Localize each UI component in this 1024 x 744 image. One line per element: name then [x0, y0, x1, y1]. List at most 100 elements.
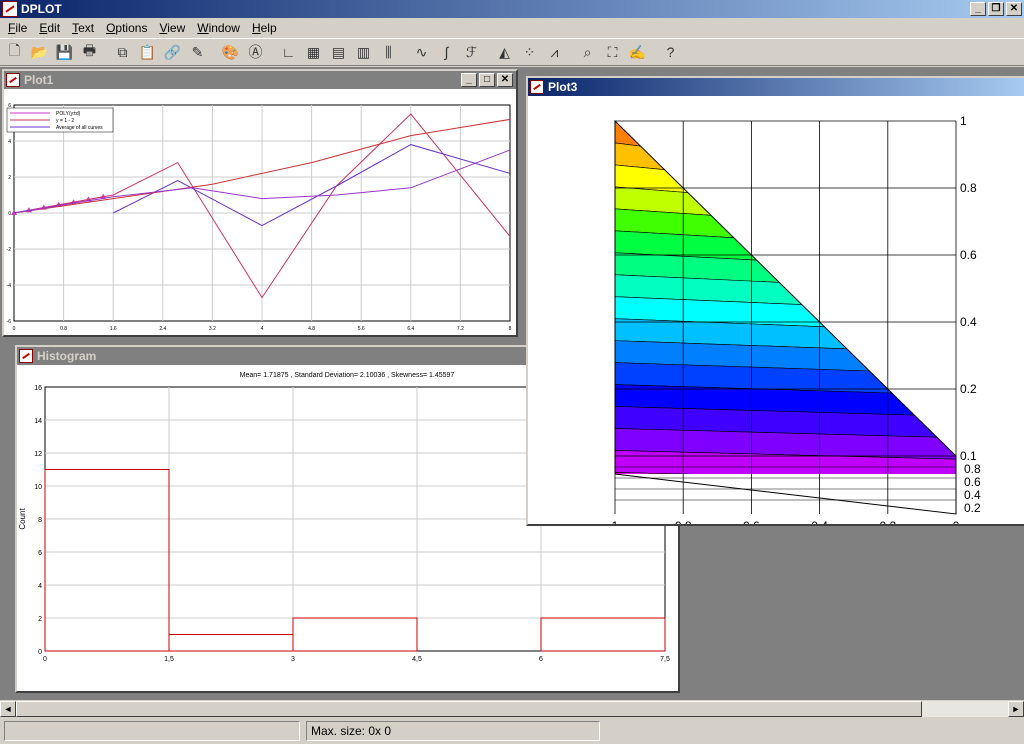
toolbar: 🗋 📂 💾 🖶 ⧉ 📋 🔗 ✎ 🎨 Ⓐ ∟ ▦ ▤ ▥ ⫼ ∿ ∫ ℱ ◭ ⁘ ⩘ ⌕ ⛶ ✍? — [0, 38, 1024, 66]
plot3-right-tick-label: 0.4 — [960, 315, 977, 329]
histogram-y-tick-label: 2 — [38, 616, 42, 623]
area-icon[interactable]: ◭ — [493, 41, 516, 63]
horizontal-scrollbar[interactable]: ◄ ► — [0, 700, 1024, 717]
histogram-doc-icon[interactable] — [19, 349, 33, 363]
menu-text[interactable]: Text — [66, 21, 100, 35]
scroll-thumb[interactable] — [16, 701, 922, 717]
menu-view[interactable]: View — [153, 21, 191, 35]
copy-icon[interactable]: ⧉ — [111, 41, 134, 63]
status-bar: Max. size: 0x 0 — [0, 718, 1024, 744]
histogram-y-tick-label: 10 — [34, 484, 42, 491]
status-pane-left — [4, 721, 300, 741]
plot-doc-icon[interactable] — [6, 73, 20, 87]
plot3-doc-icon[interactable] — [530, 80, 544, 94]
peak-icon[interactable]: ⩘ — [543, 41, 566, 63]
close-button[interactable]: ✕ — [1006, 2, 1022, 16]
plot1-x-tick-label: 1.6 — [110, 326, 117, 332]
text-style-icon[interactable]: Ⓐ — [244, 41, 267, 63]
edit-icon[interactable]: ✎ — [186, 41, 209, 63]
plot1-titlebar[interactable]: Plot1 _ □ ✕ — [4, 71, 516, 89]
save-icon[interactable]: 💾 — [53, 41, 76, 63]
histogram-y-tick-label: 6 — [38, 550, 42, 557]
plot3-right-tick-label: 0.6 — [964, 475, 981, 489]
toolbar-separator — [402, 41, 408, 63]
fft-icon[interactable]: ℱ — [460, 41, 483, 63]
histogram-y-tick-label: 12 — [34, 451, 42, 458]
paste-icon[interactable]: 📋 — [136, 41, 159, 63]
menu-options[interactable]: Options — [100, 21, 153, 35]
plot3-titlebar[interactable]: Plot3 — [528, 78, 1024, 96]
app-titlebar: DPLOT _ ❐ ✕ — [0, 0, 1024, 18]
plot1-x-tick-label: 6.4 — [407, 326, 414, 332]
scroll-left-arrow-icon[interactable]: ◄ — [0, 701, 16, 717]
plot1-close-button[interactable]: ✕ — [497, 73, 513, 87]
plot1-legend-entry: Average of all curves — [56, 125, 103, 131]
plot3-bottom-tick-label: 0.6 — [743, 519, 760, 524]
scatter-icon[interactable]: ⁘ — [518, 41, 541, 63]
menu-file[interactable]: File — [2, 21, 33, 35]
plot1-y-tick-label: -6 — [7, 319, 12, 325]
menu-help[interactable]: Help — [246, 21, 283, 35]
plot1-title: Plot1 — [24, 73, 54, 87]
grid-dense-icon[interactable]: ▥ — [352, 41, 375, 63]
minimize-button[interactable]: _ — [970, 2, 986, 16]
grid-alt-icon[interactable]: ▤ — [327, 41, 350, 63]
plot1-minimize-button[interactable]: _ — [461, 73, 477, 87]
plot1-y-tick-label: 0 — [8, 211, 11, 217]
vertical-lines-icon[interactable]: ⫼ — [377, 41, 400, 63]
histogram-stats-title: Mean= 1.71875 , Standard Deviation= 2.10… — [240, 372, 455, 379]
histogram-x-tick-label: 7,5 — [660, 656, 670, 663]
restore-button[interactable]: ❐ — [988, 2, 1004, 16]
plot1-window-controls: _ □ ✕ — [461, 73, 513, 87]
plot1-x-tick-label: 0 — [13, 326, 16, 332]
integral-icon[interactable]: ∫ — [435, 41, 458, 63]
notes-icon[interactable]: ✍ — [626, 41, 649, 63]
plot1-legend-entry: y = 1 - 2 — [56, 118, 74, 124]
status-max-size: Max. size: 0x 0 — [306, 721, 600, 741]
plot3-chart[interactable]: 10.80.60.40.20.10.80.60.40.210.80.60.40.… — [528, 96, 1024, 533]
plot3-right-tick-label: 1 — [960, 114, 967, 128]
plot3-bottom-tick-label: 0.4 — [811, 519, 828, 524]
grid-icon[interactable]: ▦ — [302, 41, 325, 63]
plot3-right-tick-label: 0.8 — [964, 462, 981, 476]
menu-window[interactable]: Window — [191, 21, 246, 35]
histogram-x-tick-label: 6 — [539, 656, 543, 663]
plot1-x-tick-label: 4 — [261, 326, 264, 332]
histogram-y-axis-label: Count — [18, 508, 27, 530]
histogram-y-tick-label: 16 — [34, 385, 42, 392]
histogram-y-tick-label: 0 — [38, 649, 42, 656]
histogram-x-tick-label: 3 — [291, 656, 295, 663]
help-context-icon[interactable]: ? — [659, 41, 682, 63]
plot3-right-tick-label: 0.6 — [960, 248, 977, 262]
print-icon[interactable]: 🖶 — [78, 41, 101, 63]
toolbar-separator — [211, 41, 217, 63]
palette-icon[interactable]: 🎨 — [219, 41, 242, 63]
plot1-chart[interactable]: 0 0.8 1.6 2.4 3.2 4 4.8 5.6 6.4 7.2 86420-2-4-6POL… — [4, 89, 516, 335]
menu-edit[interactable]: Edit — [33, 21, 66, 35]
new-file-icon[interactable]: 🗋 — [3, 41, 26, 63]
plot3-right-tick-label: 0.2 — [964, 501, 981, 515]
plot3-window[interactable]: Plot3 10.80.60.40.20.10.80.60.40.210.80.… — [526, 76, 1024, 533]
plot3-bottom-tick-label: 0.2 — [879, 519, 896, 524]
scroll-right-arrow-icon[interactable]: ► — [1008, 701, 1024, 717]
link-icon[interactable]: 🔗 — [161, 41, 184, 63]
toolbar-separator — [269, 41, 275, 63]
fit-icon[interactable]: ⛶ — [601, 41, 624, 63]
histogram-x-tick-label: 0 — [43, 656, 47, 663]
histogram-x-tick-label: 4,5 — [412, 656, 422, 663]
plot1-y-tick-label: -4 — [7, 283, 12, 289]
plot1-x-tick-label: 7.2 — [457, 326, 464, 332]
mdi-workspace: Plot1 _ □ ✕ 0 0.8 1.6 2.4 3.2 4 4.8 5.6 6.4 7.2 8 6… — [0, 67, 1024, 700]
dplot-app-icon[interactable] — [2, 1, 18, 17]
curve-icon[interactable]: ∿ — [410, 41, 433, 63]
zoom-icon[interactable]: ⌕ — [576, 41, 599, 63]
axes-icon[interactable]: ∟ — [277, 41, 300, 63]
plot1-legend-entry: POLY(y±d) — [56, 111, 81, 117]
plot1-legend: POLY(y±d)y = 1 - 2Average of all curves — [6, 107, 114, 133]
open-folder-icon[interactable]: 📂 — [28, 41, 51, 63]
plot1-window[interactable]: Plot1 _ □ ✕ 0 0.8 1.6 2.4 3.2 4 4.8 5.6 6.4 7.2 8 6… — [2, 69, 518, 337]
plot1-maximize-button[interactable]: □ — [479, 73, 495, 87]
menu-bar: File Edit Text Options View Window Help — [0, 18, 1024, 38]
plot3-right-tick-label: 0.8 — [960, 181, 977, 195]
histogram-y-tick-label: 14 — [34, 418, 42, 425]
